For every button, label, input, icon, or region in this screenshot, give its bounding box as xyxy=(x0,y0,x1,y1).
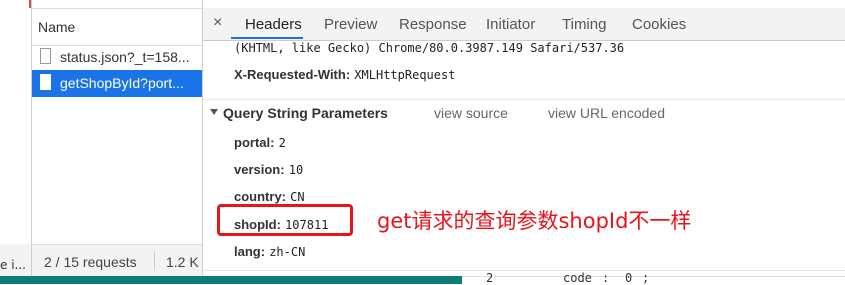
code-fragment: code xyxy=(563,271,592,285)
request-summary-bar: 2 / 15 requests 1.2 K xyxy=(32,244,202,277)
param-portal: portal: 2 xyxy=(234,135,286,151)
tab-headers[interactable]: Headers xyxy=(245,16,302,33)
header-x-requested-with: X-Requested-With: XMLHttpRequest xyxy=(234,67,455,83)
param-key: country: xyxy=(234,189,286,204)
view-url-encoded-link[interactable]: view URL encoded xyxy=(548,105,665,121)
param-key: portal: xyxy=(234,135,275,150)
code-fragment: : xyxy=(602,271,610,285)
param-value: zh-CN xyxy=(269,245,306,259)
active-tab-indicator xyxy=(231,37,303,39)
collapse-triangle-icon[interactable] xyxy=(210,109,218,115)
request-name: status.json?_t=158... xyxy=(60,49,190,65)
details-tab-bar: × Headers Preview Response Initiator Tim… xyxy=(203,8,845,41)
annotation-text: get请求的查询参数shopId不一样 xyxy=(377,209,692,233)
header-key: X-Requested-With: xyxy=(234,67,351,82)
request-count: 2 / 15 requests xyxy=(44,254,137,270)
tab-response[interactable]: Response xyxy=(399,16,467,33)
tab-timing[interactable]: Timing xyxy=(562,16,606,33)
name-header-label: Name xyxy=(38,19,76,35)
left-edge-panel: e i... xyxy=(0,0,32,284)
user-agent-tail: (KHTML, like Gecko) Chrome/80.0.3987.149… xyxy=(234,41,625,55)
header-value: XMLHttpRequest xyxy=(354,68,456,82)
close-icon[interactable]: × xyxy=(213,14,222,32)
footer-divider xyxy=(154,251,155,271)
query-string-section-header[interactable]: Query String Parameters view source view… xyxy=(203,99,845,126)
request-row-status[interactable]: status.json?_t=158... xyxy=(32,44,202,71)
request-list-panel: Name status.json?_t=158... getShopById?p… xyxy=(32,0,203,277)
param-key: version: xyxy=(234,162,285,177)
left-cut-text: e i... xyxy=(0,258,26,272)
param-lang: lang: zh-CN xyxy=(234,244,305,260)
view-source-link[interactable]: view source xyxy=(434,105,508,121)
file-icon xyxy=(40,74,51,90)
code-line-number: 2 xyxy=(486,271,494,285)
tab-cookies[interactable]: Cookies xyxy=(632,16,686,33)
shopid-highlight-box xyxy=(217,204,353,236)
red-marker xyxy=(29,0,31,8)
param-value: 10 xyxy=(288,163,304,177)
section-divider xyxy=(203,270,845,271)
query-section-title: Query String Parameters xyxy=(223,105,388,121)
bottom-teal-bar xyxy=(0,276,462,284)
param-country: country: CN xyxy=(234,189,305,205)
code-fragment: ; xyxy=(642,271,650,285)
tab-initiator[interactable]: Initiator xyxy=(486,16,535,33)
request-name: getShopById?port... xyxy=(60,75,184,91)
file-icon xyxy=(40,48,51,64)
name-column-header[interactable]: Name xyxy=(32,8,202,46)
request-details-panel: × Headers Preview Response Initiator Tim… xyxy=(203,0,845,276)
headers-content: (KHTML, like Gecko) Chrome/80.0.3987.149… xyxy=(203,41,845,276)
param-value: CN xyxy=(290,190,305,204)
tab-preview[interactable]: Preview xyxy=(324,16,377,33)
request-row-getshopbyid[interactable]: getShopById?port... xyxy=(32,70,202,97)
param-version: version: 10 xyxy=(234,162,303,178)
param-key: lang: xyxy=(234,244,266,259)
code-fragment: 0 xyxy=(625,271,633,285)
transfer-size: 1.2 K xyxy=(166,254,199,270)
param-value: 2 xyxy=(278,136,286,150)
